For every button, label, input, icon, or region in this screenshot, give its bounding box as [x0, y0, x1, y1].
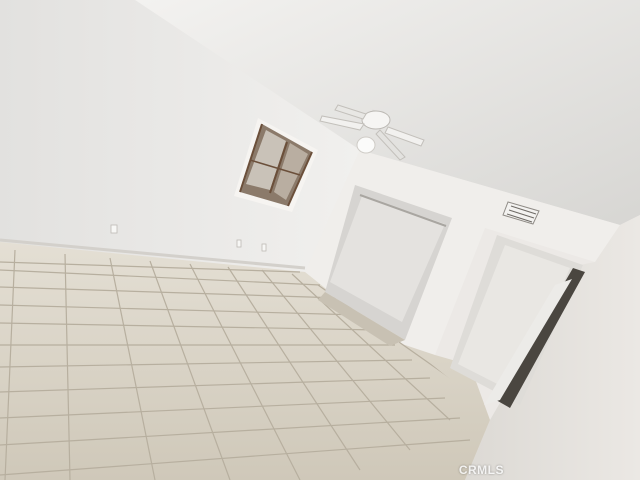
watermark-text: CRMLS: [458, 463, 504, 477]
room-photo: CRMLS: [0, 0, 640, 480]
wall-outlet: [110, 224, 118, 234]
wall-switch-2: [261, 243, 267, 252]
room-illustration: [0, 0, 640, 480]
wall-switch: [236, 239, 242, 248]
